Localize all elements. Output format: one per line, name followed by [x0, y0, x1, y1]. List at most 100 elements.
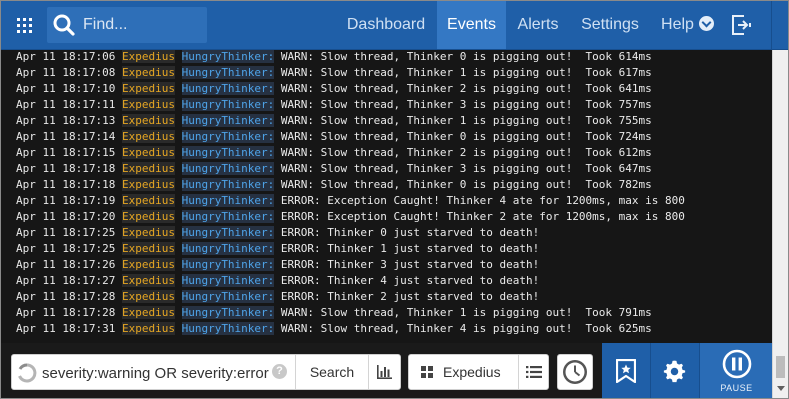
tiles-icon[interactable]: [421, 366, 433, 378]
log-timestamp: Apr 11 18:17:28: [16, 306, 116, 319]
log-message: WARN: Slow thread, Thinker 3 is pigging …: [280, 162, 652, 175]
log-host: Expedius: [121, 98, 175, 111]
log-host: Expedius: [121, 162, 175, 175]
find-placeholder: Find...: [83, 16, 128, 33]
log-message: WARN: Slow thread, Thinker 0 is pigging …: [280, 50, 652, 63]
log-row[interactable]: Apr 11 18:17:11 Expedius HungryThinker: …: [1, 97, 772, 113]
log-row[interactable]: Apr 11 18:17:26 Expedius HungryThinker: …: [1, 257, 772, 273]
nav-alerts[interactable]: Alerts: [506, 1, 570, 49]
log-source: HungryThinker:: [181, 274, 275, 287]
help-icon[interactable]: ?: [272, 364, 287, 379]
log-host: Expedius: [121, 50, 175, 63]
log-source: HungryThinker:: [181, 226, 275, 239]
list-view-button[interactable]: [519, 355, 549, 389]
log-message: WARN: Slow thread, Thinker 0 is pigging …: [280, 130, 652, 143]
log-message: ERROR: Thinker 0 just starved to death!: [280, 226, 540, 239]
list-icon: [526, 366, 542, 378]
log-message: WARN: Slow thread, Thinker 3 is pigging …: [280, 98, 652, 111]
log-row[interactable]: Apr 11 18:17:19 Expedius HungryThinker: …: [1, 193, 772, 209]
log-source: HungryThinker:: [181, 258, 275, 271]
log-host: Expedius: [121, 226, 175, 239]
pause-button[interactable]: PAUSE: [699, 343, 772, 398]
search-button[interactable]: Search: [296, 355, 368, 389]
log-row[interactable]: Apr 11 18:17:28 Expedius HungryThinker: …: [1, 305, 772, 321]
log-host: Expedius: [121, 114, 175, 127]
scrollbar-thumb[interactable]: [776, 356, 785, 378]
log-timestamp: Apr 11 18:17:18: [16, 162, 116, 175]
log-source: HungryThinker:: [181, 178, 275, 191]
clock-icon: [563, 360, 587, 384]
log-scrollbar[interactable]: [772, 50, 788, 398]
log-host: Expedius: [121, 290, 175, 303]
pause-label: PAUSE: [720, 383, 753, 393]
log-timestamp: Apr 11 18:17:25: [16, 242, 116, 255]
log-row[interactable]: Apr 11 18:17:25 Expedius HungryThinker: …: [1, 225, 772, 241]
log-message: ERROR: Thinker 4 just starved to death!: [280, 274, 540, 287]
nav-help-label: Help: [661, 16, 694, 33]
settings-button[interactable]: [650, 343, 698, 398]
pause-icon: [722, 349, 752, 379]
log-row[interactable]: Apr 11 18:17:13 Expedius HungryThinker: …: [1, 113, 772, 129]
event-log: Apr 11 18:17:06 Expedius HungryThinker: …: [1, 50, 772, 343]
log-timestamp: Apr 11 18:17:27: [16, 274, 116, 287]
log-message: WARN: Slow thread, Thinker 1 is pigging …: [280, 114, 652, 127]
log-row[interactable]: Apr 11 18:17:14 Expedius HungryThinker: …: [1, 129, 772, 145]
log-row[interactable]: Apr 11 18:17:25 Expedius HungryThinker: …: [1, 241, 772, 257]
bar-chart-icon: [377, 365, 392, 379]
apps-grid-icon[interactable]: [5, 7, 43, 43]
chart-button[interactable]: [369, 355, 401, 389]
log-message: ERROR: Exception Caught! Thinker 4 ate f…: [280, 194, 685, 207]
log-row[interactable]: Apr 11 18:17:08 Expedius HungryThinker: …: [1, 65, 772, 81]
log-message: WARN: Slow thread, Thinker 2 is pigging …: [280, 82, 652, 95]
top-nav-bar: Find... Dashboard Events Alerts Settings…: [1, 1, 788, 50]
nav-help[interactable]: Help: [650, 1, 725, 49]
query-input[interactable]: [42, 361, 274, 385]
log-message: WARN: Slow thread, Thinker 0 is pigging …: [280, 178, 652, 191]
log-timestamp: Apr 11 18:17:11: [16, 98, 116, 111]
log-timestamp: Apr 11 18:17:14: [16, 130, 116, 143]
log-source: HungryThinker:: [181, 242, 275, 255]
app-window: Find... Dashboard Events Alerts Settings…: [0, 0, 789, 399]
log-source: HungryThinker:: [181, 98, 275, 111]
log-timestamp: Apr 11 18:17:06: [16, 50, 116, 63]
log-timestamp: Apr 11 18:17:08: [16, 66, 116, 79]
nav-dashboard[interactable]: Dashboard: [335, 1, 437, 49]
gear-icon: [663, 360, 686, 383]
loading-spinner-icon: [18, 363, 37, 383]
log-source: HungryThinker:: [181, 66, 275, 79]
log-row[interactable]: Apr 11 18:17:27 Expedius HungryThinker: …: [1, 273, 772, 289]
sign-out-icon[interactable]: [730, 13, 754, 37]
log-host: Expedius: [121, 130, 175, 143]
log-timestamp: Apr 11 18:17:15: [16, 146, 116, 159]
log-source: HungryThinker:: [181, 50, 275, 63]
chevron-down-icon: [698, 16, 714, 31]
log-host: Expedius: [121, 178, 175, 191]
log-row[interactable]: Apr 11 18:17:15 Expedius HungryThinker: …: [1, 145, 772, 161]
log-timestamp: Apr 11 18:17:19: [16, 194, 116, 207]
log-row[interactable]: Apr 11 18:17:18 Expedius HungryThinker: …: [1, 161, 772, 177]
find-search-box[interactable]: Find...: [47, 7, 207, 43]
log-row[interactable]: Apr 11 18:17:28 Expedius HungryThinker: …: [1, 289, 772, 305]
log-timestamp: Apr 11 18:17:31: [16, 322, 116, 335]
log-row[interactable]: Apr 11 18:17:20 Expedius HungryThinker: …: [1, 209, 772, 225]
bookmark-button[interactable]: [602, 343, 650, 398]
divider: [771, 1, 772, 49]
log-source: HungryThinker:: [181, 82, 275, 95]
scroll-down-arrow[interactable]: [777, 386, 785, 391]
log-row[interactable]: Apr 11 18:17:31 Expedius HungryThinker: …: [1, 321, 772, 337]
log-row[interactable]: Apr 11 18:17:18 Expedius HungryThinker: …: [1, 177, 772, 193]
log-source: HungryThinker:: [181, 306, 275, 319]
host-filter-label[interactable]: Expedius: [443, 355, 501, 389]
log-timestamp: Apr 11 18:17:25: [16, 226, 116, 239]
nav-events[interactable]: Events: [437, 1, 506, 49]
log-row[interactable]: Apr 11 18:17:10 Expedius HungryThinker: …: [1, 81, 772, 97]
log-host: Expedius: [121, 274, 175, 287]
bookmark-icon: [616, 359, 636, 383]
action-panel: PAUSE: [602, 343, 772, 398]
log-row[interactable]: Apr 11 18:17:06 Expedius HungryThinker: …: [1, 50, 772, 65]
log-host: Expedius: [121, 82, 175, 95]
log-source: HungryThinker:: [181, 322, 275, 335]
log-timestamp: Apr 11 18:17:13: [16, 114, 116, 127]
nav-settings[interactable]: Settings: [570, 1, 650, 49]
time-range-button[interactable]: [557, 354, 593, 390]
